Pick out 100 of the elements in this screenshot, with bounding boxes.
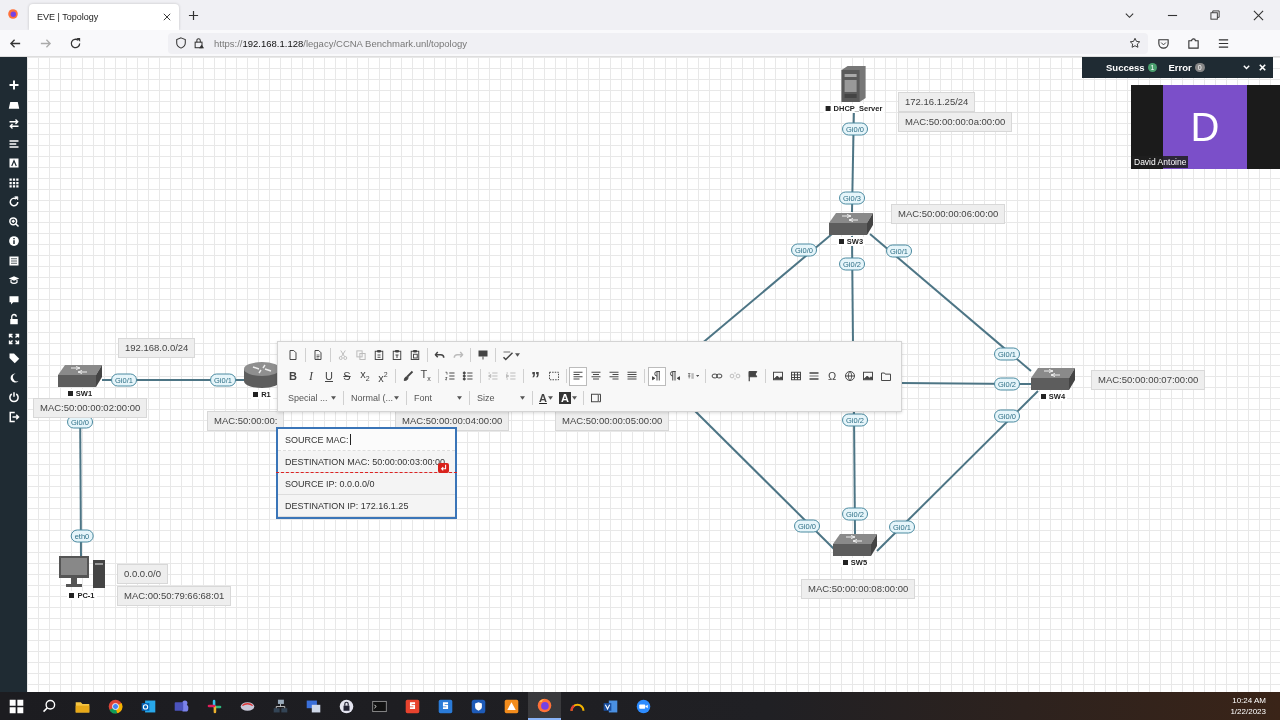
frame-icon — [880, 370, 892, 383]
power-icon[interactable] — [7, 391, 20, 403]
url-text: https://192.168.1.128/legacy/CCNA Benchmark.unl/topology — [214, 37, 467, 49]
strike-button[interactable]: S — [338, 367, 356, 386]
shield-icon — [470, 697, 487, 715]
superscript-button[interactable]: x$^{2}$ — [374, 367, 392, 386]
reload-icon[interactable] — [69, 36, 82, 50]
indent-icon — [504, 370, 517, 383]
success-label[interactable]: Success — [1106, 62, 1145, 73]
pocket-icon[interactable] — [1157, 36, 1170, 50]
chat-icon[interactable] — [7, 293, 20, 306]
alignleft-button[interactable] — [569, 367, 588, 386]
ltr-icon — [650, 370, 663, 383]
text-label: 192.168.0.0/24 — [118, 338, 196, 358]
text-label: MAC:50:00:00:08:00:00 — [801, 579, 916, 599]
clearformat-button[interactable]: T$_{x}$ — [416, 367, 435, 386]
close-icon[interactable] — [163, 13, 171, 21]
newpage-icon — [287, 349, 299, 362]
list-icon[interactable] — [7, 137, 20, 150]
text-label: 0.0.0.0/0 — [117, 564, 168, 584]
address-bar[interactable]: https://192.168.1.128/legacy/CCNA Benchmark.unl/topology — [168, 32, 1148, 54]
ulist-icon — [462, 370, 475, 383]
cut-icon — [337, 349, 349, 362]
participant-name: David Antoine — [1132, 156, 1189, 168]
chevron-down-icon[interactable] — [1124, 10, 1135, 21]
dropdown[interactable]: Normal (... — [347, 388, 403, 408]
text-label: MAC:50:00:00:06:00:00 — [891, 204, 1006, 224]
alignleft-icon — [572, 370, 585, 383]
tag-icon[interactable] — [7, 352, 20, 364]
switch-icon[interactable] — [828, 212, 874, 236]
lock-icon[interactable] — [193, 37, 205, 49]
search-icon — [41, 697, 58, 715]
app-icon — [437, 697, 454, 715]
clock-time[interactable]: 10:24 AM — [1232, 695, 1266, 706]
caret-icon — [331, 395, 336, 400]
dropdown[interactable]: Size — [473, 388, 529, 408]
firefox-icon — [536, 696, 553, 714]
grid-icon[interactable] — [7, 176, 20, 189]
pasteword-icon — [409, 349, 421, 362]
swap-icon[interactable] — [7, 118, 20, 130]
lock-app-icon — [338, 697, 355, 715]
enter-icon[interactable] — [438, 463, 449, 473]
fullscreen-icon[interactable] — [7, 332, 20, 345]
textcolor-button[interactable]: A — [536, 388, 556, 408]
server-icon[interactable] — [840, 65, 868, 103]
new-tab-icon[interactable] — [188, 10, 199, 21]
copy-icon — [355, 349, 367, 362]
switch-icon[interactable] — [57, 364, 103, 388]
menu-icon[interactable] — [1217, 36, 1230, 50]
text-label: MAC:50:00:00:07:00:00 — [1091, 370, 1206, 390]
switch-icon[interactable] — [832, 533, 878, 557]
text-label: MAC:50:00:00:02:00:00 — [33, 398, 148, 418]
graduation-cap-icon[interactable] — [7, 274, 20, 286]
bgcolor-button[interactable]: A — [555, 388, 580, 408]
text-box-icon[interactable] — [7, 157, 20, 169]
alignright-icon — [608, 370, 621, 383]
quote-button[interactable]: ” — [526, 367, 545, 386]
dropdown[interactable]: Font — [410, 388, 466, 408]
text-label: MAC:50:00:00:0a:00:00 — [898, 112, 1013, 132]
windows-logo-icon — [8, 697, 25, 715]
extensions-icon[interactable] — [1187, 36, 1200, 50]
logout-icon[interactable] — [7, 410, 20, 423]
shield-icon[interactable] — [175, 37, 187, 49]
firefox-icon[interactable] — [7, 8, 19, 20]
info-icon[interactable] — [7, 235, 20, 247]
rtl-icon — [668, 370, 681, 383]
chevron-down-icon[interactable] — [1242, 63, 1251, 72]
app-icon — [503, 697, 520, 715]
dropdown[interactable]: Special ... — [284, 388, 340, 408]
unlink-icon — [729, 370, 742, 383]
caret-icon — [520, 395, 525, 400]
text-editor[interactable]: SOURCE MAC: DESTINATION MAC: 50:00:00:03:00:00 SOURCE IP: 0.0.0.0/0 DESTINATION IP: 172.16.1.25 — [276, 427, 457, 519]
clock-date[interactable]: 1/22/2023 — [1230, 706, 1266, 717]
subscript-button[interactable]: x$_{2}$ — [356, 367, 374, 386]
editor-line: SOURCE IP: 0.0.0.0/0 — [285, 478, 375, 489]
avatar-initial: D — [1190, 104, 1220, 150]
network-icon — [272, 697, 289, 715]
anchor-icon — [747, 370, 760, 383]
tab-title: EVE | Topology — [37, 12, 100, 22]
bold-button[interactable]: B — [284, 367, 302, 386]
zoom-icon[interactable] — [7, 215, 20, 228]
browser-tab[interactable]: EVE | Topology — [29, 4, 179, 30]
text-label: 172.16.1.25/24 — [898, 92, 976, 112]
star-icon[interactable] — [1129, 37, 1141, 49]
computer-icon[interactable] — [58, 554, 106, 590]
add-icon[interactable] — [7, 79, 20, 91]
close-icon[interactable] — [1253, 10, 1264, 21]
special-button[interactable]: Ω — [823, 367, 841, 386]
image-icon — [772, 370, 784, 383]
unlock-icon[interactable] — [7, 313, 20, 325]
restore-icon[interactable] — [1210, 10, 1221, 21]
italic-button[interactable]: I — [302, 367, 320, 386]
underline-button[interactable]: U — [320, 367, 338, 386]
refresh-icon[interactable] — [7, 196, 20, 208]
error-label[interactable]: Error — [1168, 62, 1192, 73]
document-icon[interactable] — [7, 254, 20, 267]
text-label: MAC:00:50:79:66:68:01 — [117, 586, 232, 606]
editor-line: DESTINATION MAC: 50:00:00:03:00:00 — [285, 456, 445, 467]
ltr-button[interactable] — [647, 367, 666, 386]
switch-icon[interactable] — [1030, 367, 1076, 391]
